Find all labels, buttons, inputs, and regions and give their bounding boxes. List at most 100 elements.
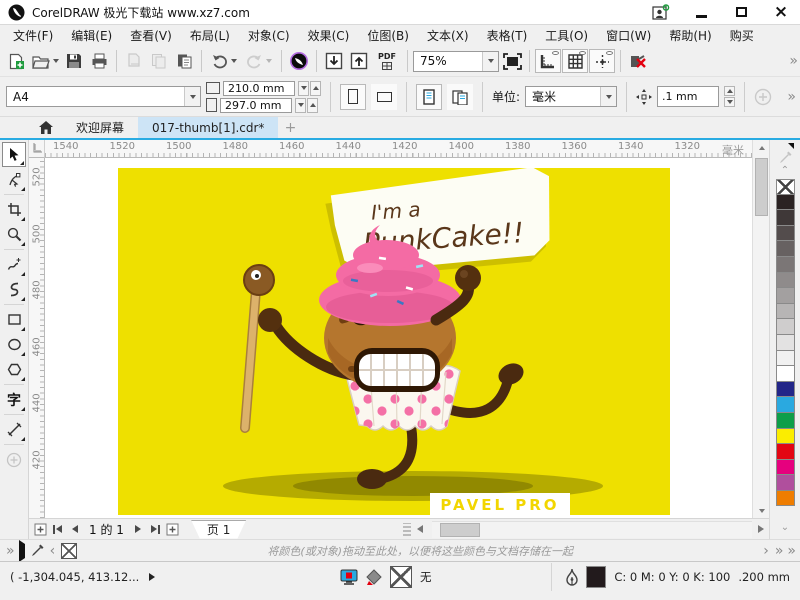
welcome-home-icon[interactable]	[30, 117, 62, 138]
open-button[interactable]	[29, 49, 61, 73]
color-swatch-white[interactable]	[776, 366, 795, 382]
toolbox-overflow-chevron[interactable]: »	[6, 543, 13, 559]
docpalette-eyedropper-icon[interactable]	[31, 544, 44, 557]
color-swatch-30-black[interactable]	[776, 304, 795, 320]
h-ruler[interactable]: 毫米 1540152015001480146014401420140013801…	[45, 140, 752, 158]
add-tool-button[interactable]	[2, 447, 26, 472]
page-size-dropdown[interactable]	[184, 87, 200, 106]
print-button[interactable]	[87, 49, 111, 73]
cut-button[interactable]	[122, 49, 146, 73]
portrait-button[interactable]	[340, 84, 366, 110]
tab-document[interactable]: 017-thumb[1].cdr*	[138, 117, 278, 138]
color-swatch-magenta[interactable]	[776, 460, 795, 476]
menu-item-5[interactable]: 效果(C)	[299, 25, 359, 46]
undo-dropdown-icon[interactable]	[231, 59, 237, 63]
import-button[interactable]	[322, 49, 346, 73]
color-swatch-10-black[interactable]	[776, 335, 795, 351]
menu-item-1[interactable]: 编辑(E)	[62, 25, 121, 46]
palette-overflow-chevron[interactable]: »	[787, 543, 794, 559]
scroll-right-button[interactable]	[752, 521, 769, 538]
color-swatch-orange[interactable]	[776, 491, 795, 507]
maximize-button[interactable]	[730, 3, 752, 21]
units-combo[interactable]: 毫米	[525, 86, 617, 107]
outline-color-swatch[interactable]	[586, 566, 606, 588]
nudge-spin-up[interactable]	[724, 86, 735, 96]
vertical-scroll-thumb[interactable]	[755, 158, 768, 216]
dimension-tool[interactable]	[2, 417, 26, 442]
menu-item-10[interactable]: 窗口(W)	[597, 25, 660, 46]
show-rulers-toggle[interactable]	[535, 49, 561, 73]
add-page-end-button[interactable]	[164, 521, 181, 538]
color-swatch-red[interactable]	[776, 444, 795, 460]
add-property-icon[interactable]	[754, 88, 772, 106]
color-swatch-no-color[interactable]	[776, 179, 795, 195]
menu-item-0[interactable]: 文件(F)	[4, 25, 62, 46]
first-page-button[interactable]	[49, 521, 66, 538]
height-spin-down[interactable]	[295, 98, 306, 113]
color-proof-icon[interactable]	[340, 569, 358, 585]
polygon-tool[interactable]	[2, 357, 26, 382]
horizontal-scrollbar[interactable]	[432, 521, 752, 538]
palette-eyedropper-icon[interactable]	[779, 151, 792, 164]
coords-flyout-icon[interactable]	[149, 573, 155, 581]
menu-item-11[interactable]: 帮助(H)	[660, 25, 720, 46]
color-swatch-purple[interactable]	[776, 475, 795, 491]
current-page-settings-button[interactable]	[416, 84, 442, 110]
menu-item-3[interactable]: 布局(L)	[181, 25, 239, 46]
palette-scroll-up[interactable]: ⌃	[781, 166, 789, 179]
crop-tool[interactable]	[2, 197, 26, 222]
v-ruler[interactable]: 520500480460440420	[29, 158, 45, 518]
propbar-overflow-chevron[interactable]: »	[787, 89, 794, 105]
all-pages-settings-button[interactable]	[447, 84, 473, 110]
docpalette-overflow-chevron[interactable]: »	[775, 543, 782, 559]
pick-tool[interactable]	[2, 142, 26, 167]
docpalette-scroll-left[interactable]: ‹	[50, 543, 56, 559]
height-spin-up[interactable]	[307, 98, 318, 113]
color-swatch-5-black[interactable]	[776, 351, 795, 367]
menu-item-4[interactable]: 对象(C)	[239, 25, 299, 46]
paste-button[interactable]	[172, 49, 196, 73]
docpalette-scroll-right[interactable]: ›	[763, 543, 769, 559]
snap-off-button[interactable]	[626, 49, 650, 73]
vertical-scrollbar[interactable]	[752, 140, 769, 518]
redo-button[interactable]	[242, 49, 276, 73]
color-swatch-40-black[interactable]	[776, 288, 795, 304]
color-swatch-blue[interactable]	[776, 382, 795, 398]
freehand-tool[interactable]	[2, 252, 26, 277]
color-swatch-20-black[interactable]	[776, 319, 795, 335]
palette-scroll-down[interactable]: ⌄	[781, 523, 789, 536]
color-swatch-cyan[interactable]	[776, 397, 795, 413]
zoom-tool[interactable]	[2, 222, 26, 247]
menu-item-8[interactable]: 表格(T)	[478, 25, 537, 46]
landscape-button[interactable]	[371, 84, 397, 110]
fullscreen-preview-button[interactable]	[500, 49, 524, 73]
rectangle-tool[interactable]	[2, 307, 26, 332]
color-swatch-70-black[interactable]	[776, 241, 795, 257]
artwork-page[interactable]: I'm a PunkCake!!	[118, 168, 670, 515]
menu-item-12[interactable]: 购买	[721, 25, 763, 46]
horizontal-scroll-thumb[interactable]	[440, 523, 480, 537]
outline-none-swatch[interactable]	[390, 566, 412, 588]
ruler-origin-corner[interactable]	[29, 140, 45, 158]
text-tool[interactable]: 字	[2, 387, 26, 412]
last-page-button[interactable]	[147, 521, 164, 538]
open-dropdown-icon[interactable]	[53, 59, 59, 63]
menu-item-6[interactable]: 位图(B)	[358, 25, 418, 46]
zoom-dropdown-button[interactable]	[482, 52, 498, 71]
scroll-up-button[interactable]	[753, 140, 770, 155]
nudge-spin-down[interactable]	[724, 97, 735, 107]
page-size-combo[interactable]: A4	[6, 86, 201, 107]
page-width-field[interactable]: 210.0 mm	[223, 81, 295, 96]
app-launcher-button[interactable]	[287, 49, 311, 73]
minimize-button[interactable]	[690, 3, 712, 21]
previous-page-button[interactable]	[66, 521, 83, 538]
scrollbar-splitter[interactable]	[403, 523, 411, 536]
page-height-field[interactable]: 297.0 mm	[220, 98, 292, 113]
drawing-canvas[interactable]: I'm a PunkCake!!	[45, 158, 752, 518]
width-spin-up[interactable]	[310, 81, 321, 96]
scroll-down-button[interactable]	[753, 503, 770, 518]
copy-button[interactable]	[147, 49, 171, 73]
scroll-left-button[interactable]	[411, 521, 428, 538]
nudge-field[interactable]: .1 mm	[657, 86, 719, 107]
page-tab-1[interactable]: 页 1	[191, 520, 246, 539]
